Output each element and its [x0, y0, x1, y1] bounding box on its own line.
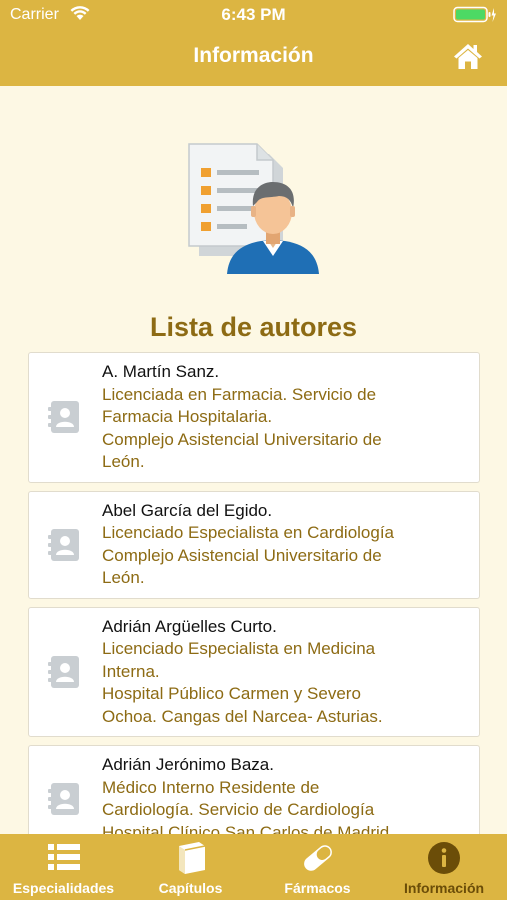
book-icon — [127, 840, 254, 876]
author-detail: Licenciada en Farmacia. Servicio de — [102, 384, 377, 404]
author-card[interactable]: Abel García del Egido. Licenciado Especi… — [28, 490, 480, 599]
home-button[interactable] — [453, 42, 483, 75]
authors-list: A. Martín Sanz. Licenciada en Farmacia. … — [28, 352, 480, 834]
author-detail: Hospital Público Carmen y Severo — [102, 684, 361, 703]
tab-label: Especialidades — [12, 880, 115, 896]
home-icon — [453, 44, 483, 74]
author-detail: Médico Interno Residente de — [102, 777, 320, 797]
author-name: Adrián Argüelles Curto. — [102, 616, 277, 636]
contact-card-icon — [48, 781, 82, 817]
tab-informacion[interactable]: Información — [381, 834, 507, 900]
info-icon — [381, 840, 507, 876]
author-detail: Licenciado Especialista en Medicina — [102, 639, 376, 658]
author-card[interactable]: A. Martín Sanz. Licenciada en Farmacia. … — [28, 352, 480, 483]
author-detail: Ochoa. Cangas del Narcea- Asturias. — [102, 706, 383, 726]
contact-card-icon — [48, 399, 82, 435]
author-name: Abel García del Egido. — [102, 500, 273, 520]
author-detail: Complejo Asistencial Universitario de — [102, 545, 382, 565]
author-detail: Hospital Clínico San Carlos de Madrid — [102, 822, 390, 835]
page-title: Información — [193, 44, 314, 67]
nav-header: Carrier 6:43 PM Información — [0, 0, 507, 86]
author-detail: León. — [102, 568, 145, 587]
author-detail: Complejo Asistencial Universitario de — [102, 429, 382, 449]
author-detail: Interna. — [102, 661, 160, 681]
contact-card-icon — [48, 654, 82, 690]
author-detail: Farmacia Hospitalaria. — [102, 407, 273, 426]
list-icon — [0, 840, 127, 876]
authors-list-title: Lista de autores — [149, 312, 358, 342]
author-card[interactable]: Adrián Argüelles Curto. Licenciado Espec… — [28, 606, 480, 737]
author-card[interactable]: Adrián Jerónimo Baza. Médico Interno Res… — [28, 745, 480, 834]
tab-bar: Especialidades Capítulos Fármacos Inform… — [0, 834, 507, 900]
contact-card-icon — [48, 527, 82, 563]
main-content[interactable]: Lista de autores A. Martín Sanz. Licenci… — [0, 86, 507, 834]
tab-farmacos[interactable]: Fármacos — [254, 834, 381, 900]
pill-icon — [254, 840, 381, 876]
authors-illustration-icon — [187, 140, 323, 285]
tab-label: Capítulos — [158, 880, 223, 896]
author-detail: Licenciado Especialista en Cardiología — [102, 523, 395, 542]
tab-especialidades[interactable]: Especialidades — [0, 834, 127, 900]
status-time: 6:43 PM — [221, 5, 286, 24]
battery-icon — [453, 6, 497, 29]
tab-label: Información — [403, 880, 485, 896]
author-detail: León. — [102, 452, 145, 471]
tab-label: Fármacos — [284, 880, 351, 896]
status-bar: Carrier 6:43 PM — [0, 0, 507, 30]
author-name: Adrián Jerónimo Baza. — [102, 755, 274, 774]
author-detail: Cardiología. Servicio de Cardiología — [102, 800, 375, 819]
author-name: A. Martín Sanz. — [102, 362, 220, 381]
tab-capitulos[interactable]: Capítulos — [127, 834, 254, 900]
